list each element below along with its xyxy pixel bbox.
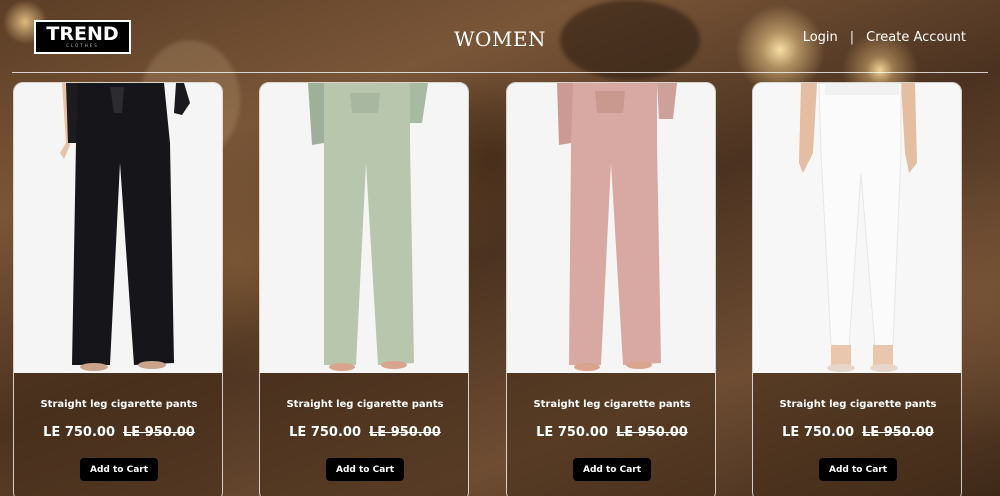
pants-illustration — [14, 83, 222, 373]
nav-separator: | — [849, 30, 855, 45]
pants-illustration — [507, 83, 715, 373]
add-to-cart-button[interactable]: Add to Cart — [573, 458, 651, 481]
product-image[interactable] — [753, 83, 961, 373]
product-name[interactable]: Straight leg cigarette pants — [14, 399, 222, 410]
add-to-cart-button[interactable]: Add to Cart — [819, 458, 897, 481]
product-prices: LE 750.00 LE 950.00 — [260, 425, 468, 440]
original-price: LE 950.00 — [862, 425, 934, 440]
product-card[interactable]: Straight leg cigarette pants LE 750.00 LE… — [752, 82, 962, 496]
product-info: Straight leg cigarette pants LE 750.00 LE… — [14, 373, 222, 496]
product-image[interactable] — [260, 83, 468, 373]
pants-illustration — [260, 83, 468, 373]
product-grid: Straight leg cigarette pants LE 750.00 LE… — [13, 82, 973, 496]
sale-price: LE 750.00 — [43, 425, 115, 440]
product-prices: LE 750.00 LE 950.00 — [507, 425, 715, 440]
product-image[interactable] — [507, 83, 715, 373]
sale-price: LE 750.00 — [782, 425, 854, 440]
product-info: Straight leg cigarette pants LE 750.00 LE… — [507, 373, 715, 496]
add-to-cart-button[interactable]: Add to Cart — [80, 458, 158, 481]
product-name[interactable]: Straight leg cigarette pants — [507, 399, 715, 410]
product-info: Straight leg cigarette pants LE 750.00 LE… — [260, 373, 468, 496]
sale-price: LE 750.00 — [536, 425, 608, 440]
original-price: LE 950.00 — [369, 425, 441, 440]
sale-price: LE 750.00 — [289, 425, 361, 440]
login-link[interactable]: Login — [803, 30, 838, 45]
add-to-cart-button[interactable]: Add to Cart — [326, 458, 404, 481]
product-name[interactable]: Straight leg cigarette pants — [753, 399, 961, 410]
product-prices: LE 750.00 LE 950.00 — [14, 425, 222, 440]
product-card[interactable]: Straight leg cigarette pants LE 750.00 LE… — [259, 82, 469, 496]
original-price: LE 950.00 — [616, 425, 688, 440]
product-prices: LE 750.00 LE 950.00 — [753, 425, 961, 440]
product-name[interactable]: Straight leg cigarette pants — [260, 399, 468, 410]
product-card[interactable]: Straight leg cigarette pants LE 750.00 LE… — [13, 82, 223, 496]
create-account-link[interactable]: Create Account — [866, 30, 966, 45]
header-divider — [12, 72, 988, 73]
original-price: LE 950.00 — [123, 425, 195, 440]
product-card[interactable]: Straight leg cigarette pants LE 750.00 LE… — [506, 82, 716, 496]
pants-illustration — [753, 83, 961, 373]
product-image[interactable] — [14, 83, 222, 373]
account-nav: Login | Create Account — [803, 30, 966, 45]
site-header: TREND CLOTHES WOMEN Login | Create Accou… — [0, 0, 1000, 74]
product-info: Straight leg cigarette pants LE 750.00 LE… — [753, 373, 961, 496]
